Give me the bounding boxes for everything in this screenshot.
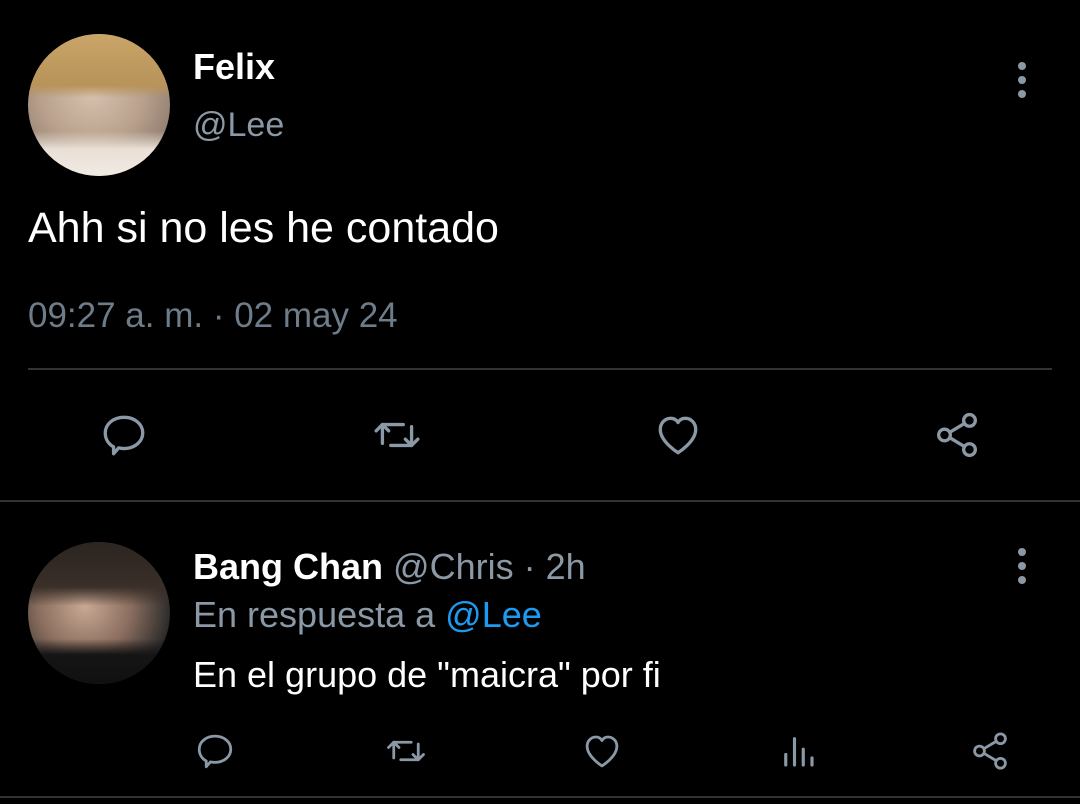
tweet-timestamp[interactable]: 09:27 a. m. · 02 may 24 (28, 296, 398, 336)
avatar-shirt (28, 130, 170, 176)
heart-icon[interactable] (651, 410, 705, 460)
reply-header: Bang Chan @Chris · 2h (193, 546, 586, 588)
tweet-text: En el grupo de "maicra" por fi (193, 654, 661, 695)
tweet-time[interactable]: 2h (546, 546, 586, 587)
separator-dot: · (523, 546, 536, 587)
tweet-text: Ahh si no les he contado (28, 204, 499, 252)
share-icon[interactable] (968, 730, 1012, 772)
avatar[interactable] (28, 542, 170, 684)
avatar[interactable] (28, 34, 170, 176)
stats-icon[interactable] (776, 730, 820, 772)
more-options-icon[interactable] (1016, 62, 1028, 98)
avatar-shirt (28, 638, 170, 684)
replying-to: En respuesta a @Lee (193, 594, 542, 636)
more-options-icon[interactable] (1016, 548, 1028, 584)
replying-to-handle-link[interactable]: @Lee (445, 594, 542, 635)
heart-icon[interactable] (580, 730, 624, 772)
author-display-name[interactable]: Felix (193, 46, 275, 88)
reply-icon[interactable] (97, 410, 151, 460)
divider (0, 500, 1080, 502)
author-display-name[interactable]: Bang Chan (193, 546, 383, 587)
retweet-icon[interactable] (370, 410, 424, 460)
divider (28, 368, 1052, 370)
author-handle[interactable]: @Chris (393, 546, 514, 587)
author-handle[interactable]: @Lee (193, 106, 284, 145)
replying-to-label: En respuesta a (193, 594, 436, 635)
retweet-icon[interactable] (384, 730, 428, 772)
avatar-hair (28, 542, 170, 606)
avatar-hair (28, 34, 170, 98)
reply-icon[interactable] (193, 730, 237, 772)
divider (0, 796, 1080, 798)
share-icon[interactable] (930, 410, 984, 460)
